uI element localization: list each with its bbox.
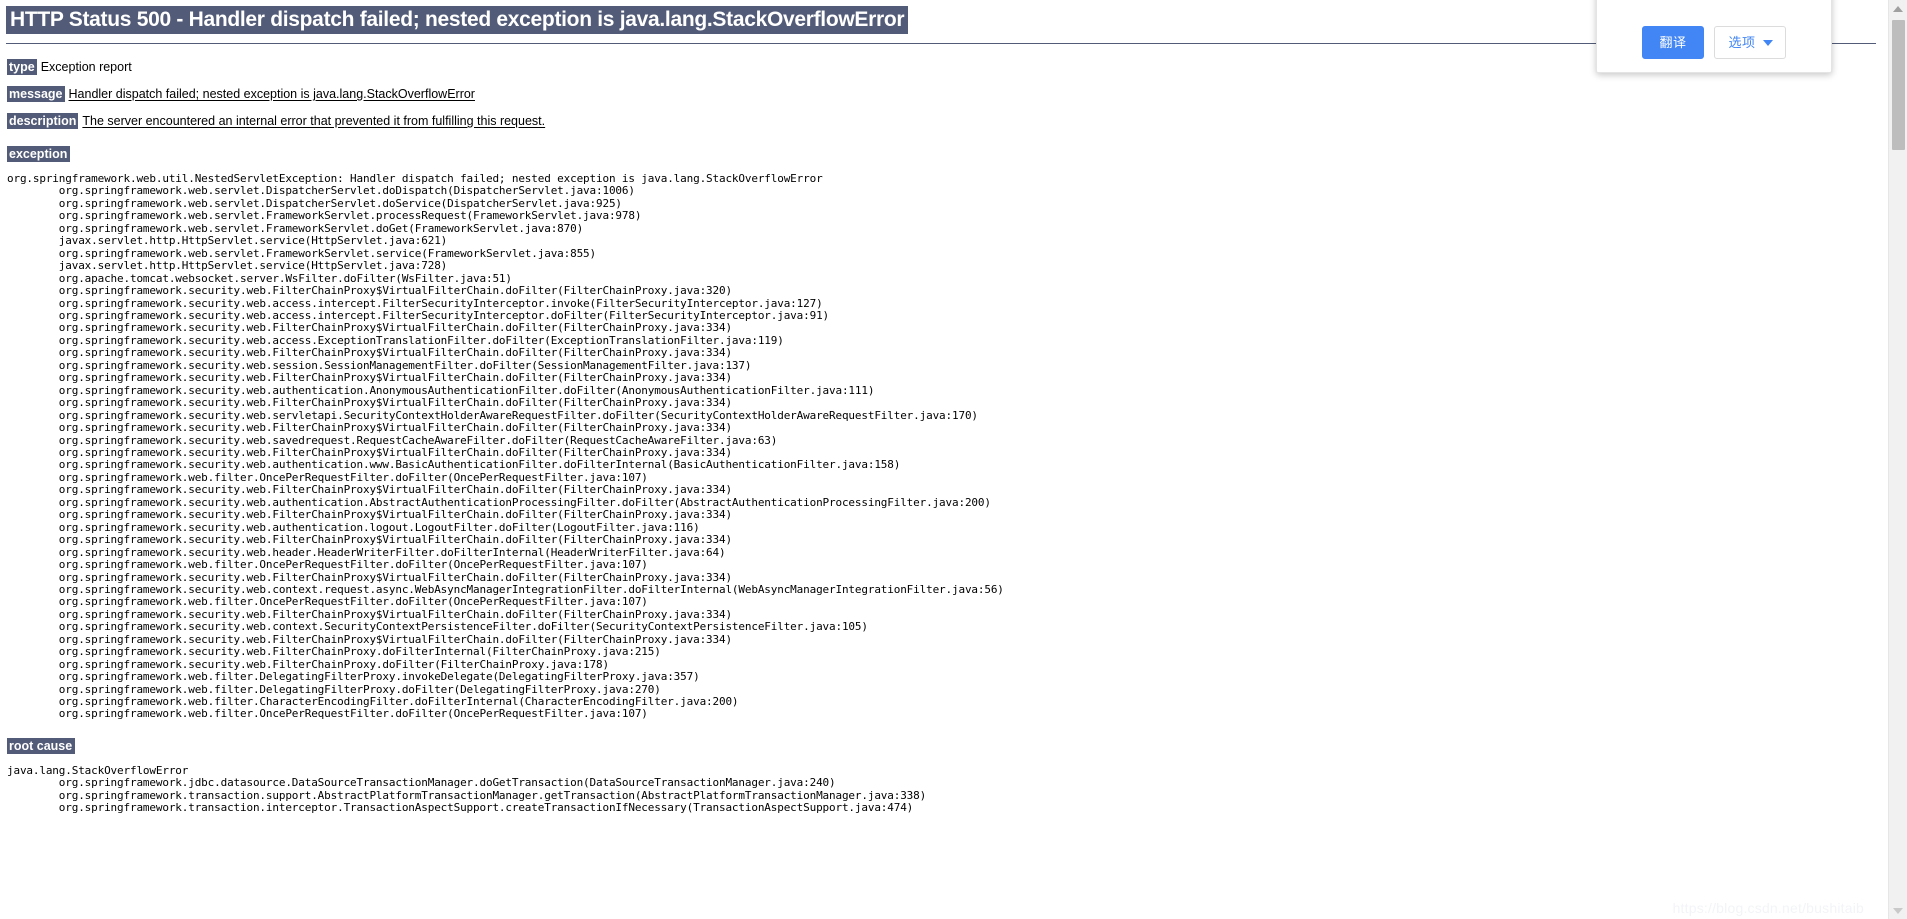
scroll-down-arrow-icon[interactable] [1889,902,1907,919]
translate-popup: 翻译 选项 [1596,0,1832,73]
type-label: type [7,59,37,75]
exception-label: exception [7,146,71,162]
type-value: Exception report [40,60,132,74]
message-value: Handler dispatch failed; nested exceptio… [68,87,475,101]
description-value: The server encountered an internal error… [82,114,546,128]
error-page-content: HTTP Status 500 - Handler dispatch faile… [0,0,1888,815]
translate-popup-actions: 翻译 选项 [1642,26,1786,59]
exception-stack-trace: org.springframework.web.util.NestedServl… [7,172,1004,721]
options-button-label: 选项 [1728,35,1756,50]
meta-row-message: message Handler dispatch failed; nested e… [7,86,1888,102]
description-label: description [7,113,79,129]
message-label: message [7,86,65,102]
root-cause-label: root cause [7,737,76,754]
csdn-watermark: https://blog.csdn.net/bushitaib [1672,900,1864,916]
root-cause-section: root cause java.lang.StackOverflowError … [6,737,1888,815]
root-cause-stack-trace: java.lang.StackOverflowError org.springf… [7,763,927,815]
meta-row-description: description The server encountered an int… [7,113,1888,129]
exception-section: exception org.springframework.web.util.N… [6,145,1888,721]
translate-button[interactable]: 翻译 [1642,26,1704,59]
scrollbar-thumb[interactable] [1892,20,1905,150]
vertical-scrollbar[interactable] [1888,0,1907,919]
scroll-up-arrow-icon[interactable] [1889,0,1907,17]
page-viewport: HTTP Status 500 - Handler dispatch faile… [0,0,1888,919]
page-title: HTTP Status 500 - Handler dispatch faile… [6,6,909,34]
chevron-down-icon [1762,39,1773,46]
options-button[interactable]: 选项 [1713,26,1786,59]
